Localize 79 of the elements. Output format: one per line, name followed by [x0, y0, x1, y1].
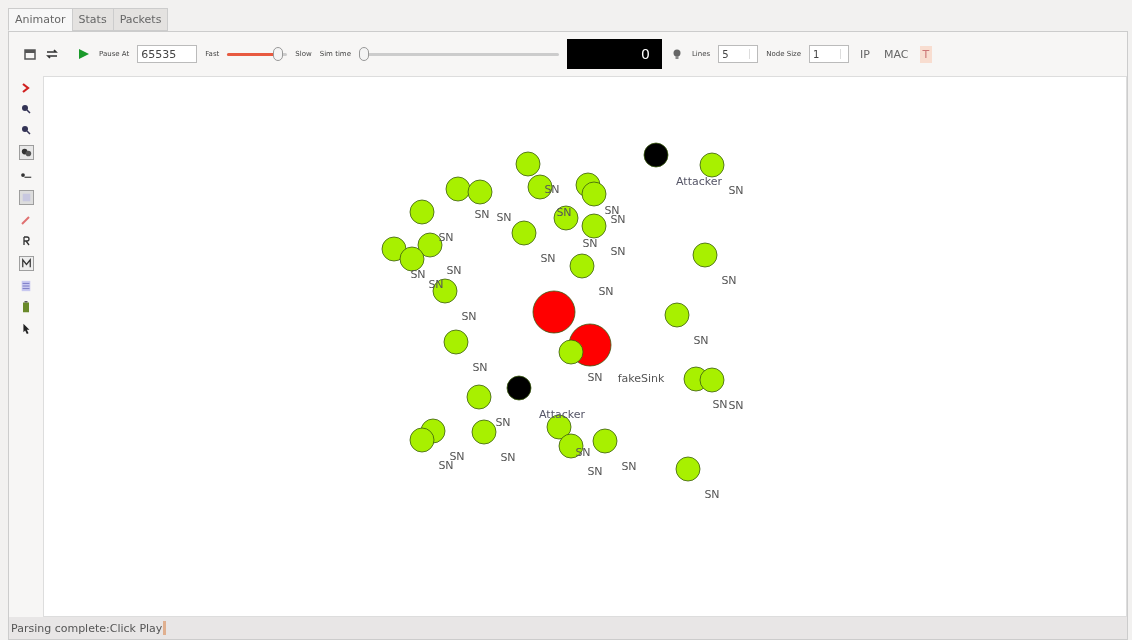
sim-time-slider[interactable]: [358, 47, 559, 61]
node[interactable]: [699, 367, 725, 393]
node-label: SN: [621, 460, 637, 473]
node-label: fakeSink: [617, 372, 665, 385]
node[interactable]: [675, 456, 701, 482]
node[interactable]: [445, 176, 471, 202]
node-label: SN: [438, 231, 454, 244]
node[interactable]: [466, 384, 492, 410]
node-label: SN: [704, 488, 720, 501]
pointer-icon[interactable]: [20, 322, 32, 334]
node[interactable]: [399, 246, 425, 272]
zoom-out-icon[interactable]: [20, 124, 32, 136]
pencil-icon[interactable]: [20, 214, 32, 226]
node-label: SN: [587, 465, 603, 478]
refresh-icon[interactable]: [45, 47, 59, 61]
m-icon[interactable]: [18, 256, 34, 271]
node-label: SN: [556, 206, 572, 219]
r-icon[interactable]: [20, 235, 32, 247]
node-label: SN: [582, 237, 598, 250]
slider-thumb[interactable]: [273, 47, 284, 61]
node[interactable]: [443, 329, 469, 355]
node-label: SN: [693, 334, 709, 347]
node-label: SN: [472, 361, 488, 374]
tab[interactable]: Stats: [71, 8, 114, 31]
node-label: SN: [587, 371, 603, 384]
tab[interactable]: Packets: [112, 8, 169, 31]
node-label: SN: [728, 184, 744, 197]
node-label: Attacker: [676, 175, 722, 188]
slider-thumb[interactable]: [358, 47, 369, 61]
lines-spinbox[interactable]: 5: [718, 45, 759, 63]
chevron-icon[interactable]: [20, 82, 32, 94]
node[interactable]: [467, 179, 493, 205]
ip-button[interactable]: IP: [857, 45, 873, 63]
time-display: 0: [566, 39, 662, 69]
node[interactable]: [553, 205, 579, 231]
node[interactable]: [664, 302, 690, 328]
window-icon[interactable]: [23, 47, 37, 61]
node[interactable]: [532, 290, 576, 334]
status-text: Parsing complete:Click Play: [11, 621, 163, 635]
zoom-in-icon[interactable]: [20, 103, 32, 115]
node-label: SN: [495, 416, 511, 429]
node[interactable]: [381, 236, 407, 262]
node-label: SN: [540, 252, 556, 265]
play-icon[interactable]: [77, 47, 91, 61]
node[interactable]: [409, 427, 435, 453]
node[interactable]: [592, 428, 618, 454]
node[interactable]: [569, 253, 595, 279]
mac-button[interactable]: MAC: [881, 45, 912, 63]
node[interactable]: [471, 419, 497, 445]
node-label: SN: [410, 268, 426, 281]
node[interactable]: [558, 339, 584, 365]
pause-at-field[interactable]: 65535: [137, 45, 198, 63]
node-label: SN: [500, 451, 516, 464]
node-label: Attacker: [539, 408, 585, 421]
speed-slider[interactable]: [227, 47, 288, 61]
node[interactable]: [511, 220, 537, 246]
node-label: SN: [461, 310, 477, 323]
node-label: SN: [598, 285, 614, 298]
nodes-icon[interactable]: [18, 145, 34, 160]
tab[interactable]: Animator: [8, 8, 73, 31]
node-label: SN: [728, 399, 744, 412]
node-label: SN: [721, 274, 737, 287]
list-icon[interactable]: [20, 280, 32, 292]
node-label: SN: [496, 211, 512, 224]
battery-icon[interactable]: [20, 301, 32, 313]
node-label: SN: [712, 398, 728, 411]
node[interactable]: [515, 151, 541, 177]
node-size-spinbox[interactable]: 1: [809, 45, 850, 63]
node[interactable]: [699, 152, 725, 178]
node-label: SN: [446, 264, 462, 277]
node[interactable]: [409, 199, 435, 225]
node[interactable]: [581, 213, 607, 239]
node[interactable]: [643, 142, 669, 168]
node[interactable]: [581, 181, 607, 207]
node[interactable]: [692, 242, 718, 268]
node-label: SN: [610, 245, 626, 258]
node[interactable]: [506, 375, 532, 401]
grid-icon[interactable]: [18, 190, 34, 205]
node-label: SN: [474, 208, 490, 221]
